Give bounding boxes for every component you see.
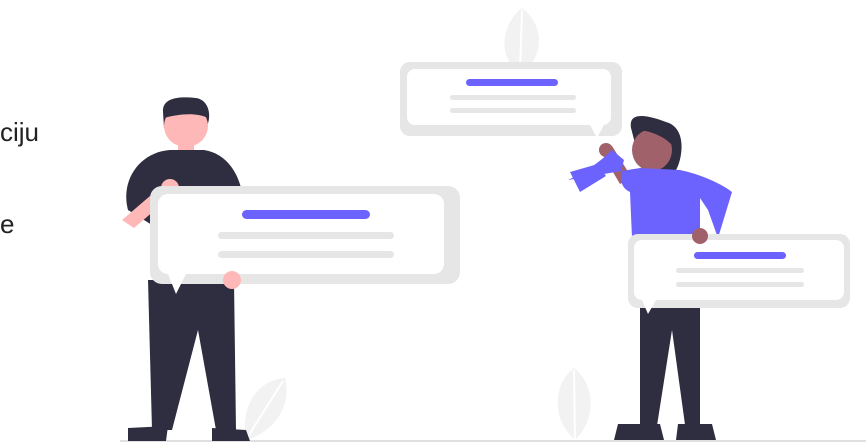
chat-bubble-top <box>400 62 622 138</box>
bubble-top-accent-line <box>466 79 558 86</box>
bubble-left-accent-line <box>242 210 370 219</box>
leaf-bottom-right <box>557 368 591 441</box>
chat-illustration <box>120 8 866 442</box>
chat-bubble-right <box>628 228 850 314</box>
leaf-bottom-left <box>244 378 287 440</box>
chat-bubble-left <box>150 186 460 294</box>
bubble-right-accent-line <box>694 252 786 259</box>
